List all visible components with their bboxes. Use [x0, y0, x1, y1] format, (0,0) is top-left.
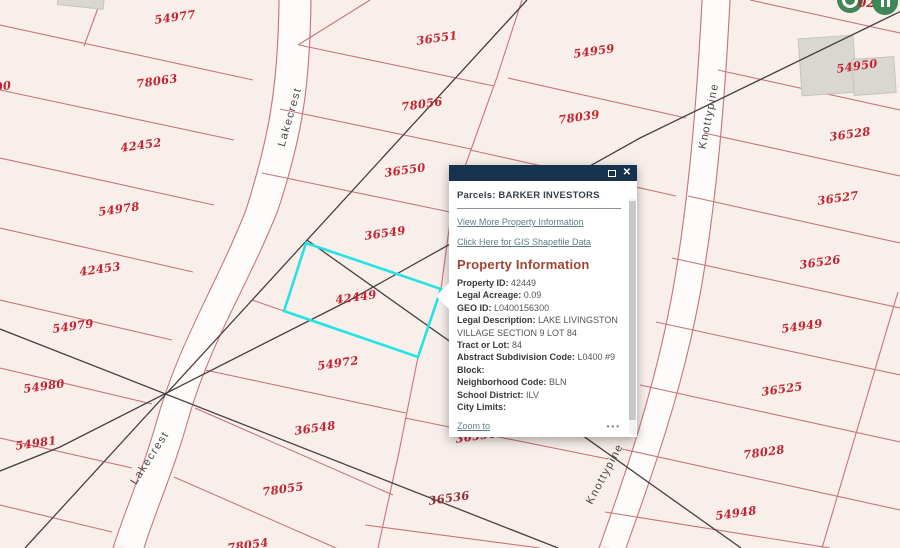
gis-map-view[interactable]: 5497778063424525497842453549795498054981…: [0, 0, 900, 548]
zoom-to-link[interactable]: Zoom to: [457, 421, 490, 431]
pause-icon: [881, 0, 890, 7]
popup-header: ✕: [449, 165, 637, 181]
property-field-row: Property ID: 42449: [457, 277, 621, 289]
more-options-button[interactable]: •••: [607, 422, 621, 431]
view-more-property-info-link[interactable]: View More Property Information: [457, 217, 621, 227]
property-field-row: Block:: [457, 364, 621, 376]
property-field-row: Neighborhood Code: BLN: [457, 376, 621, 388]
property-field-row: Tract or Lot: 84: [457, 339, 621, 351]
divider: [457, 208, 621, 209]
scrollbar-thumb[interactable]: [629, 201, 636, 420]
close-icon[interactable]: ✕: [623, 168, 631, 178]
property-field-row: City Limits:: [457, 401, 621, 413]
popup-callout-pointer: [436, 282, 450, 310]
parcel-info-popup: ✕ Parcels: BARKER INVESTORS View More Pr…: [449, 165, 637, 437]
property-fields-list: Property ID: 42449Legal Acreage: 0.09GEO…: [457, 277, 621, 413]
property-information-heading: Property Information: [457, 257, 621, 272]
property-field-row: Legal Description: LAKE LIVINGSTON VILLA…: [457, 314, 621, 339]
gis-shapefile-data-link[interactable]: Click Here for GIS Shapefile Data: [457, 237, 621, 247]
maximize-button[interactable]: [608, 170, 616, 177]
property-field-row: Legal Acreage: 0.09: [457, 289, 621, 301]
property-field-row: School District: ILV: [457, 389, 621, 401]
clock-icon: [842, 0, 858, 8]
popup-title: Parcels: BARKER INVESTORS: [457, 190, 621, 201]
parcel-label-00[interactable]: 00: [0, 78, 12, 94]
property-field-row: GEO ID: L0400156300: [457, 302, 621, 314]
popup-scrollbar[interactable]: [629, 199, 636, 434]
property-field-row: Abstract Subdivision Code: L0400 #9: [457, 351, 621, 363]
